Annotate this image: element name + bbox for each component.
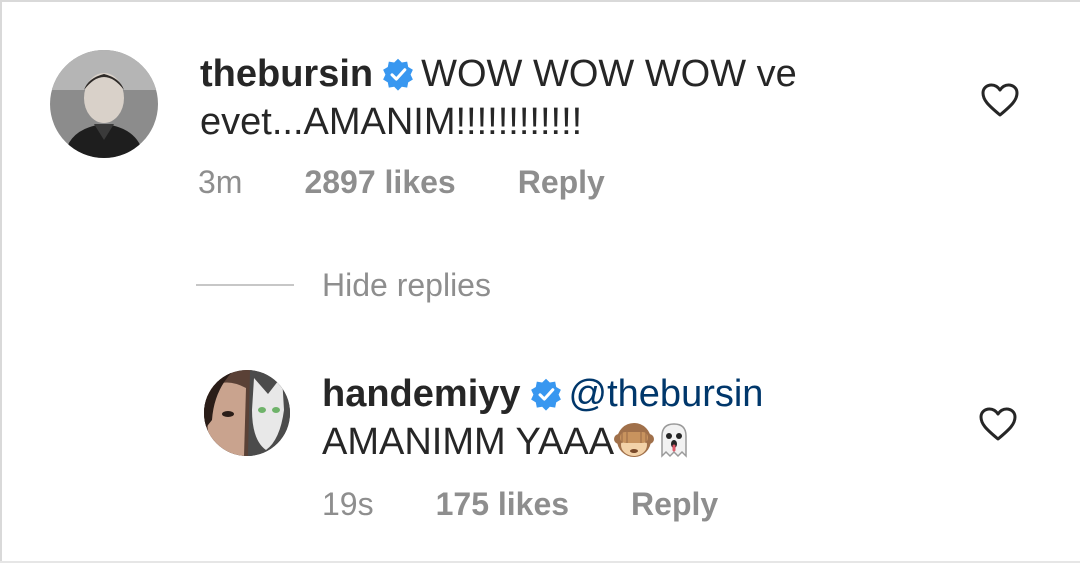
hide-replies-divider xyxy=(196,284,294,286)
reply-mention[interactable]: @thebursin xyxy=(569,373,764,415)
reply-time: 19s xyxy=(322,486,374,522)
verified-badge-icon xyxy=(530,378,561,411)
comment-username[interactable]: thebursin xyxy=(200,53,373,95)
comment: thebursin WOW WOW WOW ve evet...AMANIM!!!… xyxy=(50,44,1050,214)
heart-icon[interactable] xyxy=(980,82,1020,118)
comment-meta: 3m 2897 likes Reply xyxy=(198,164,605,201)
see-no-evil-monkey-icon xyxy=(614,423,655,457)
frame-left-border xyxy=(0,0,2,563)
hide-replies-button[interactable]: Hide replies xyxy=(196,262,491,308)
comment-time: 3m xyxy=(198,164,243,200)
heart-icon[interactable] xyxy=(978,406,1018,442)
reply-button[interactable]: Reply xyxy=(518,164,605,201)
verified-badge-icon xyxy=(383,58,413,91)
reply-text: AMANIMM YAAA xyxy=(322,421,615,463)
comment-likes[interactable]: 2897 likes xyxy=(304,164,455,201)
hide-replies-label: Hide replies xyxy=(322,266,491,303)
comment-text-block: thebursin WOW WOW WOW ve evet...AMANIM!!!… xyxy=(200,50,900,146)
reply-button[interactable]: Reply xyxy=(631,486,718,523)
avatar[interactable] xyxy=(50,50,158,158)
avatar[interactable] xyxy=(204,370,290,456)
reply-likes[interactable]: 175 likes xyxy=(436,486,569,523)
reply-text-block: handemiyy @thebursin AMANIMM YAAA xyxy=(322,370,922,466)
ghost-icon xyxy=(661,423,687,458)
reply-meta: 19s 175 likes Reply xyxy=(322,486,718,523)
frame-top-border xyxy=(0,0,1080,2)
reply-comment: handemiyy @thebursin AMANIMM YAAA 19s 175 … xyxy=(204,364,1050,534)
reply-username[interactable]: handemiyy xyxy=(322,373,521,415)
